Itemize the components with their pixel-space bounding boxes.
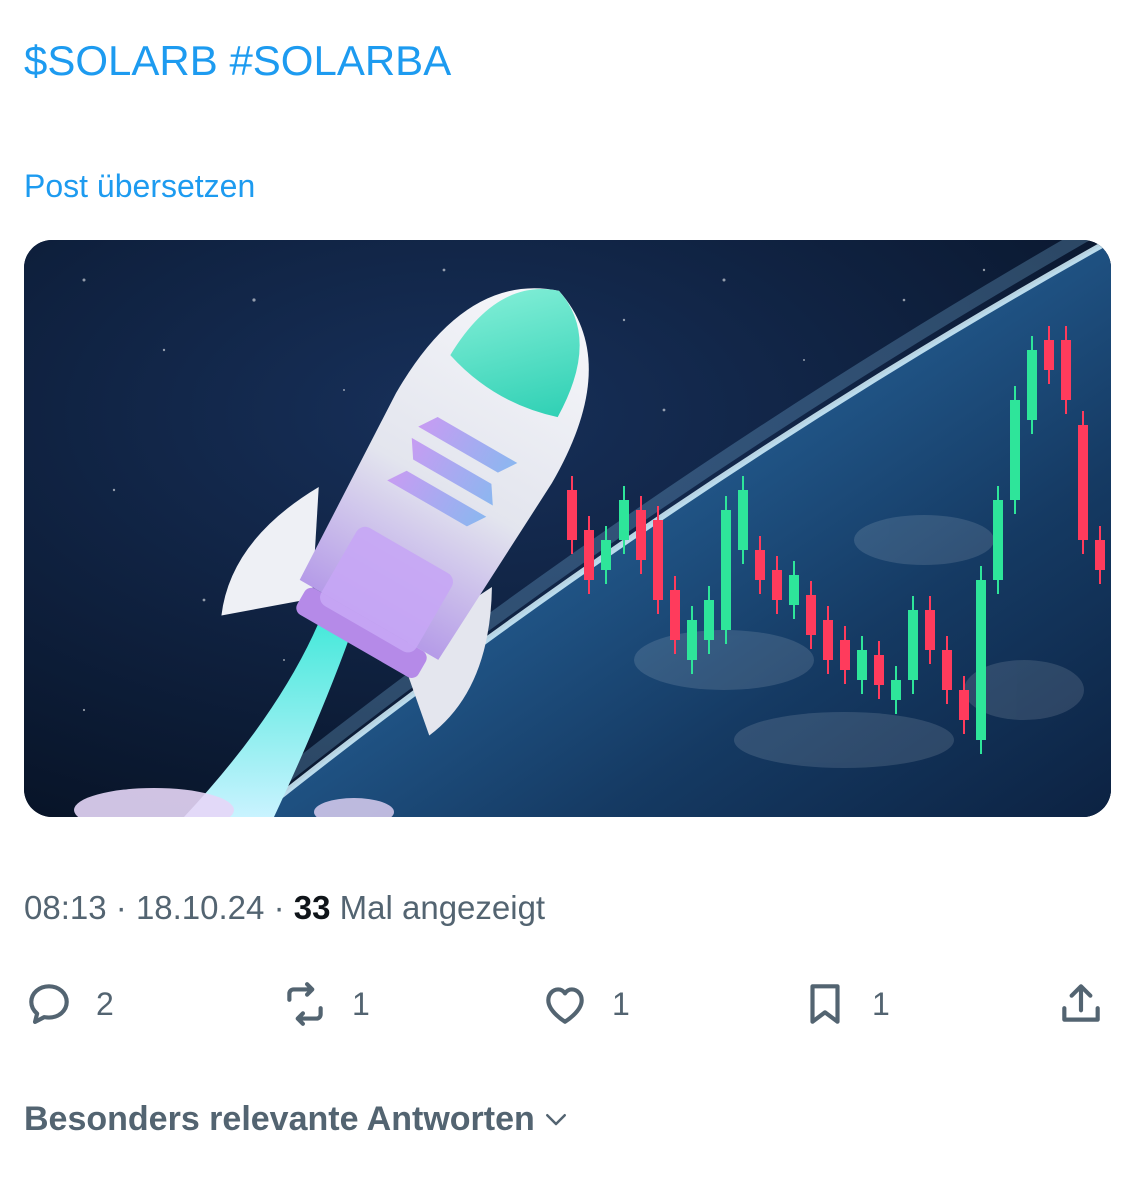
candle-body (601, 540, 611, 570)
replies-sort-dropdown[interactable]: Besonders relevante Antworten (24, 1096, 571, 1142)
candle-body (891, 680, 901, 700)
meta-separator: · (115, 889, 127, 926)
candle-body (959, 690, 969, 720)
candle-body (584, 530, 594, 580)
bookmark-icon (810, 984, 840, 1024)
replies-sort-label: Besonders relevante Antworten (24, 1100, 535, 1138)
candle-body (1027, 350, 1037, 420)
candle-body (619, 500, 629, 540)
candle-body (755, 550, 765, 580)
post-date[interactable]: 18.10.24 (136, 889, 264, 926)
chevron-down-icon (545, 1114, 566, 1126)
like-count: 1 (612, 985, 630, 1022)
cashtag-link[interactable]: $SOLARB (24, 37, 218, 84)
candle-body (670, 590, 680, 640)
meta-separator: · (273, 889, 285, 926)
candle-body (721, 510, 731, 630)
candle-body (1078, 425, 1088, 540)
post-text: $SOLARB #SOLARBA (24, 36, 451, 86)
candle-body (687, 620, 697, 660)
reply-button[interactable]: 2 (24, 974, 114, 1034)
bookmark-button[interactable]: 1 (800, 974, 890, 1034)
candle-body (976, 580, 986, 740)
repost-icon (287, 982, 323, 1026)
candle-body (653, 520, 663, 600)
candle-body (874, 655, 884, 685)
repost-button[interactable]: 1 (280, 974, 370, 1034)
share-button[interactable] (1056, 974, 1106, 1034)
views-count: 33 (293, 889, 331, 926)
candle-body (908, 610, 918, 680)
hashtag-link[interactable]: #SOLARBA (229, 37, 451, 84)
like-button[interactable]: 1 (540, 974, 630, 1034)
action-bar: 2 1 1 1 (24, 974, 1111, 1034)
reply-count: 2 (96, 985, 114, 1022)
candle-body (806, 595, 816, 635)
candle-body (925, 610, 935, 650)
candle-body (1010, 400, 1020, 500)
candle-body (840, 640, 850, 670)
candle-body (993, 500, 1003, 580)
heart-icon (546, 987, 584, 1024)
candle-body (942, 650, 952, 690)
candle-body (567, 490, 577, 540)
translate-post-link[interactable]: Post übersetzen (24, 166, 255, 206)
reply-icon (29, 984, 69, 1024)
candle-body (1061, 340, 1071, 400)
views-label: Mal angezeigt (339, 889, 546, 926)
bookmark-count: 1 (872, 985, 890, 1022)
candle-body (1095, 540, 1105, 570)
candle-body (738, 490, 748, 550)
candle-body (789, 575, 799, 605)
candle-body (772, 570, 782, 600)
post-image[interactable] (24, 240, 1111, 817)
repost-count: 1 (352, 985, 370, 1022)
candle-body (636, 510, 646, 560)
post-time[interactable]: 08:13 (24, 889, 107, 926)
post-meta: 08:13 · 18.10.24 · 33 Mal angezeigt (24, 886, 545, 930)
candle-body (857, 650, 867, 680)
candle-body (704, 600, 714, 640)
candle-body (1044, 340, 1054, 370)
share-icon (1062, 984, 1100, 1022)
rocket-earth-image (24, 240, 1111, 817)
candle-body (823, 620, 833, 660)
